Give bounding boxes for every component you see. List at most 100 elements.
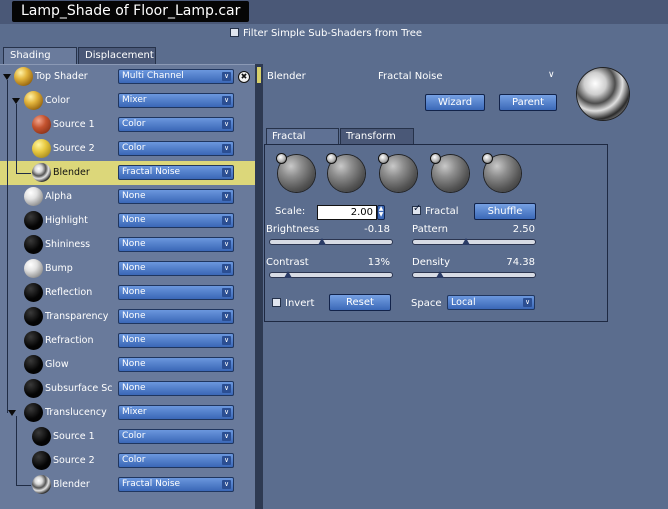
brightness-slider-thumb[interactable]: [317, 238, 326, 245]
shader-type-dropdown[interactable]: Color ∨: [118, 117, 234, 132]
preset-swatch[interactable]: [276, 153, 315, 192]
preset-highlight-icon: [276, 153, 287, 164]
density-slider[interactable]: [412, 271, 536, 278]
space-label: Space: [411, 298, 442, 309]
scale-stepper[interactable]: ▲ ▼: [377, 205, 385, 220]
expand-triangle-icon[interactable]: [8, 410, 16, 416]
tab-transform[interactable]: Transform: [340, 128, 414, 145]
tab-displacement[interactable]: Displacement: [78, 47, 156, 64]
preset-swatch[interactable]: [482, 153, 521, 192]
fractal-checkbox[interactable]: [412, 203, 421, 215]
shader-type-dropdown[interactable]: None ∨: [118, 261, 234, 276]
density-slider-thumb[interactable]: [436, 271, 445, 278]
invert-label: Invert: [285, 298, 315, 309]
shader-type-dropdown[interactable]: Fractal Noise ∨: [118, 165, 234, 180]
shader-ball-icon: [24, 259, 43, 278]
shader-preview-sphere[interactable]: [577, 68, 629, 120]
contrast-slider-thumb[interactable]: [283, 271, 292, 278]
tab-fractal-noise[interactable]: Fractal Noise: [266, 128, 339, 158]
chevron-down-icon: ∨: [222, 72, 231, 81]
tree-row[interactable]: Reflection None ∨: [0, 281, 255, 305]
shader-type-dropdown[interactable]: None ∨: [118, 213, 234, 228]
parent-button[interactable]: Parent: [499, 94, 557, 111]
invert-checkbox-row[interactable]: Invert: [272, 298, 314, 309]
shader-type-dropdown[interactable]: None ∨: [118, 189, 234, 204]
shader-type-dropdown[interactable]: None ∨: [118, 381, 234, 396]
shader-type-value: Color: [122, 143, 146, 153]
tree-row[interactable]: Source 1 Color ∨: [0, 113, 255, 137]
fractal-checkbox-row[interactable]: Fractal: [412, 203, 459, 217]
tree-row[interactable]: Subsurface Sc None ∨: [0, 377, 255, 401]
shader-type-value: Color: [122, 455, 146, 465]
tree-row[interactable]: Translucency Mixer ∨: [0, 401, 255, 425]
chevron-down-icon: ∨: [222, 168, 231, 177]
shader-ball-icon: [24, 307, 43, 326]
pattern-slider-thumb[interactable]: [461, 238, 470, 245]
shader-type-dropdown[interactable]: Mixer ∨: [118, 93, 234, 108]
brightness-label: Brightness: [266, 224, 320, 235]
tree-row[interactable]: Source 1 Color ∨: [0, 425, 255, 449]
tree-row[interactable]: Shininess None ∨: [0, 233, 255, 257]
shader-type-dropdown[interactable]: None ∨: [118, 333, 234, 348]
chevron-down-icon: ∨: [222, 360, 231, 369]
trash-icon[interactable]: ✖: [238, 71, 250, 83]
scale-input[interactable]: 2.00: [317, 205, 377, 220]
tree-row[interactable]: Top Shader Multi Channel ∨ ✖: [0, 65, 255, 89]
shader-ball-icon: [32, 451, 51, 470]
filter-subshaders-checkbox[interactable]: [230, 28, 239, 37]
shader-type-dropdown[interactable]: None ∨: [118, 309, 234, 324]
chevron-down-icon: ∨: [222, 240, 231, 249]
preset-swatch[interactable]: [430, 153, 469, 192]
preset-swatch[interactable]: [378, 153, 417, 192]
shader-type-dropdown[interactable]: None ∨: [118, 285, 234, 300]
shader-ball-icon: [32, 139, 51, 158]
title-bar: Lamp_Shade of Floor_Lamp.car: [0, 0, 668, 24]
chevron-down-icon[interactable]: ∨: [548, 70, 555, 80]
shader-ball-icon: [24, 283, 43, 302]
shader-type-dropdown[interactable]: Color ∨: [118, 429, 234, 444]
filter-subshaders-row[interactable]: Filter Simple Sub-Shaders from Tree: [230, 27, 422, 41]
pattern-slider[interactable]: [412, 238, 536, 245]
tree-row[interactable]: Source 2 Color ∨: [0, 449, 255, 473]
space-dropdown[interactable]: Local ∨: [447, 295, 535, 310]
tree-row[interactable]: Alpha None ∨: [0, 185, 255, 209]
pattern-value: 2.50: [512, 224, 535, 235]
shader-type-value: None: [122, 359, 146, 369]
tree-row[interactable]: Blender Fractal Noise ∨: [0, 473, 255, 497]
shader-type[interactable]: Fractal Noise: [378, 71, 443, 82]
tree-row[interactable]: Refraction None ∨: [0, 329, 255, 353]
brightness-slider[interactable]: [269, 238, 393, 245]
panel-splitter[interactable]: [255, 64, 263, 509]
chevron-down-icon: ∨: [222, 480, 231, 489]
shader-type-dropdown[interactable]: Multi Channel ∨: [118, 69, 234, 84]
shuffle-button[interactable]: Shuffle: [474, 203, 536, 220]
tree-row[interactable]: Color Mixer ∨: [0, 89, 255, 113]
window-title: Lamp_Shade of Floor_Lamp.car: [12, 1, 250, 22]
tree-row[interactable]: Bump None ∨: [0, 257, 255, 281]
wizard-button[interactable]: Wizard: [425, 94, 485, 111]
shader-name: Blender: [267, 71, 306, 82]
shader-type-dropdown[interactable]: None ∨: [118, 237, 234, 252]
tree-row[interactable]: Highlight None ∨: [0, 209, 255, 233]
shader-ball-icon: [24, 91, 43, 110]
chevron-down-icon: ∨: [222, 96, 231, 105]
shader-editor-panel: Blender Fractal Noise ∨ Wizard Parent Fr…: [263, 64, 668, 509]
tree-row[interactable]: Glow None ∨: [0, 353, 255, 377]
tree-row[interactable]: Source 2 Color ∨: [0, 137, 255, 161]
shader-type-value: None: [122, 263, 146, 273]
shader-type-dropdown[interactable]: None ∨: [118, 357, 234, 372]
shader-type-dropdown[interactable]: Color ∨: [118, 453, 234, 468]
shader-type-dropdown[interactable]: Color ∨: [118, 141, 234, 156]
density-label: Density: [412, 257, 451, 268]
reset-button[interactable]: Reset: [329, 294, 391, 311]
preset-swatch[interactable]: [326, 153, 365, 192]
tree-row[interactable]: Blender Fractal Noise ∨: [0, 161, 255, 185]
shader-type-dropdown[interactable]: Fractal Noise ∨: [118, 477, 234, 492]
shader-type-dropdown[interactable]: Mixer ∨: [118, 405, 234, 420]
contrast-slider[interactable]: [269, 271, 393, 278]
tree-row[interactable]: Transparency None ∨: [0, 305, 255, 329]
splitter-handle[interactable]: [257, 67, 261, 83]
tree-row-label: Blender: [53, 167, 90, 178]
tab-shading[interactable]: Shading: [3, 47, 77, 64]
invert-checkbox[interactable]: [272, 298, 281, 307]
